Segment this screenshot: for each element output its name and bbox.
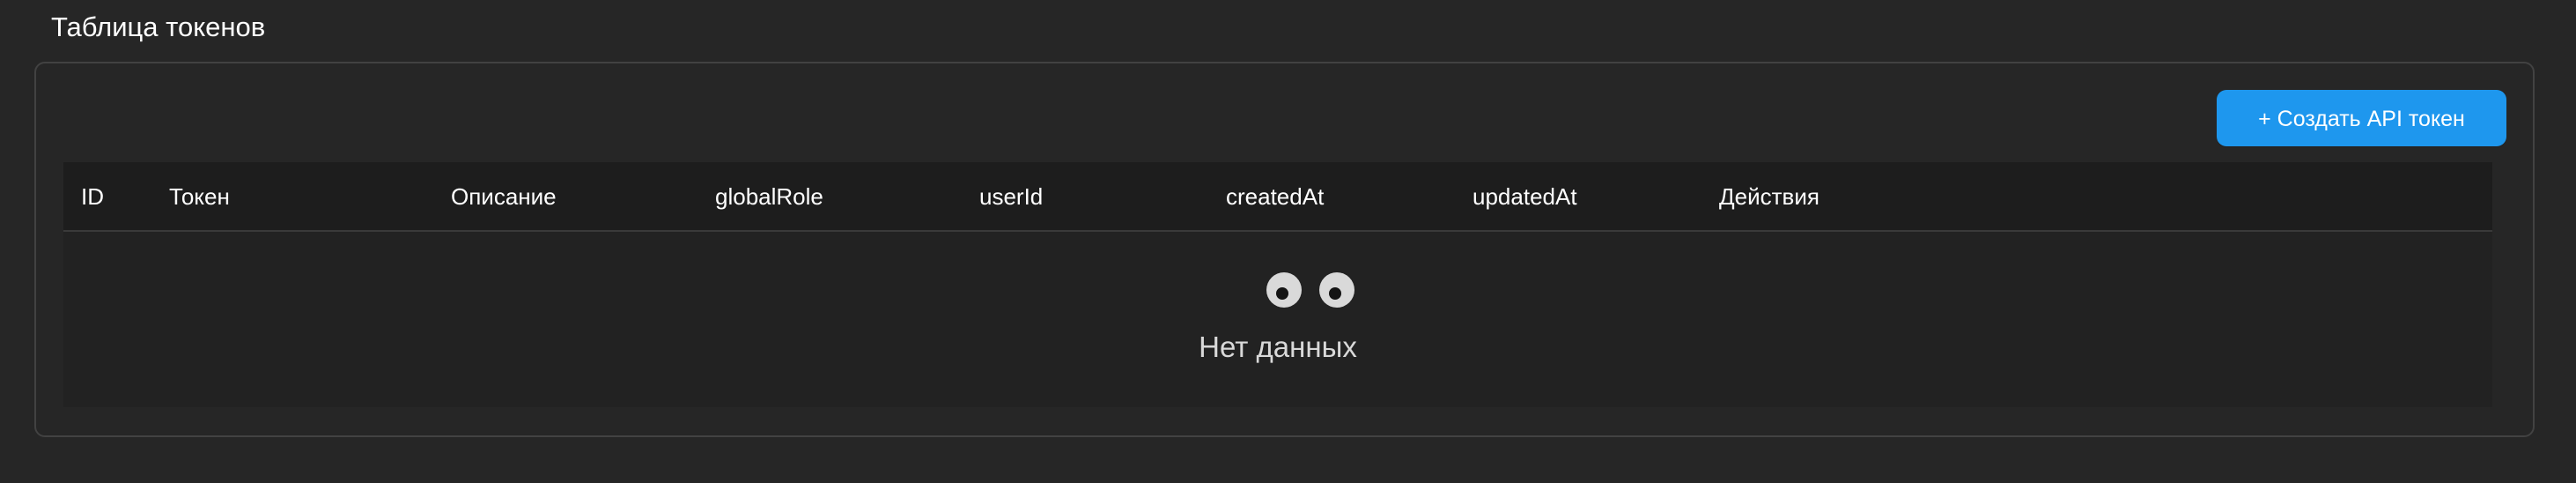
column-header-userid[interactable]: userId [979, 162, 1043, 232]
eyes-icon [1266, 272, 1354, 308]
empty-state: Нет данных [63, 232, 2492, 407]
table-header-row: ID Токен Описание globalRole userId crea… [63, 162, 2492, 232]
api-tokens-page: Таблица токенов + Создать API токен ID Т… [0, 0, 2576, 483]
column-header-globalrole[interactable]: globalRole [715, 162, 823, 232]
column-header-updatedat[interactable]: updatedAt [1473, 162, 1577, 232]
column-header-createdat[interactable]: createdAt [1226, 162, 1324, 232]
column-header-actions[interactable]: Действия [1719, 162, 1819, 232]
column-header-description[interactable]: Описание [451, 162, 557, 232]
tokens-card: + Создать API токен ID Токен Описание gl… [34, 62, 2535, 437]
empty-state-text: Нет данных [1199, 331, 1357, 363]
column-header-id[interactable]: ID [81, 162, 104, 232]
column-header-token[interactable]: Токен [169, 162, 230, 232]
section-title: Таблица токенов [51, 11, 266, 42]
tokens-table: ID Токен Описание globalRole userId crea… [63, 162, 2492, 407]
create-api-token-button[interactable]: + Создать API токен [2217, 90, 2506, 146]
